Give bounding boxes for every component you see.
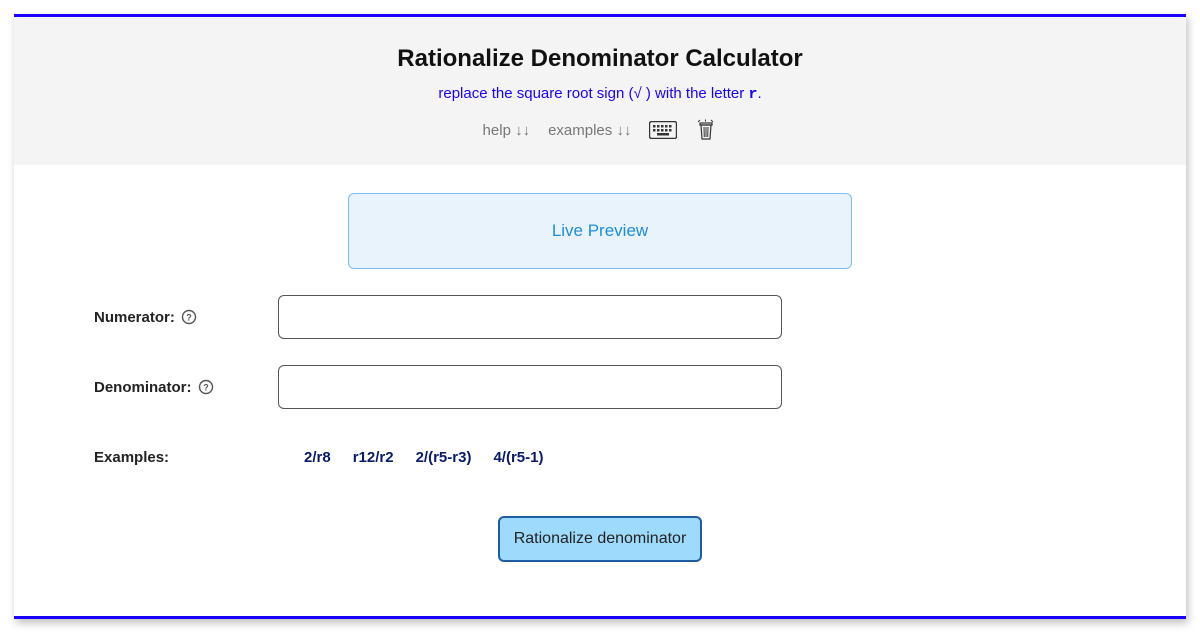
live-preview: Live Preview [348,193,852,269]
button-row: Rationalize denominator [94,516,1106,562]
denominator-label: Denominator: ? [94,379,278,396]
instruction-suffix: . [757,85,761,102]
header-links: help ↓↓ examples ↓↓ [34,119,1166,141]
radical-symbol: √ [633,85,645,102]
calculator-frame: Rationalize Denominator Calculator repla… [14,14,1186,619]
body: Live Preview Numerator: ? Denominator: [14,165,1186,616]
examples-row: Examples: 2/r8 r12/r2 2/(r5-r3) 4/(r5-1) [94,449,1106,466]
keyboard-icon[interactable] [649,121,677,139]
trash-icon[interactable] [695,119,717,141]
examples-link[interactable]: examples ↓↓ [548,122,631,139]
header: Rationalize Denominator Calculator repla… [14,17,1186,165]
numerator-label: Numerator: ? [94,309,278,326]
numerator-row: Numerator: ? [94,295,1106,339]
live-preview-label: Live Preview [552,221,648,241]
denominator-input[interactable] [278,365,782,409]
numerator-label-text: Numerator: [94,309,175,326]
help-link[interactable]: help ↓↓ [483,122,531,139]
page-title: Rationalize Denominator Calculator [34,45,1166,73]
denominator-label-text: Denominator: [94,379,192,396]
examples-label: Examples: [94,449,278,466]
example-link[interactable]: r12/r2 [353,449,394,466]
examples-list: 2/r8 r12/r2 2/(r5-r3) 4/(r5-1) [278,449,543,466]
instruction-text: replace the square root sign (√ ) with t… [34,85,1166,103]
rationalize-button[interactable]: Rationalize denominator [498,516,703,562]
svg-text:?: ? [203,383,209,393]
instruction-mid: ) with the letter [646,85,749,102]
example-link[interactable]: 4/(r5-1) [493,449,543,466]
denominator-row: Denominator: ? [94,365,1106,409]
instruction-prefix: replace the square root sign ( [438,85,633,102]
example-link[interactable]: 2/r8 [304,449,331,466]
help-icon[interactable]: ? [181,309,197,325]
help-icon[interactable]: ? [198,379,214,395]
example-link[interactable]: 2/(r5-r3) [416,449,472,466]
svg-text:?: ? [186,313,192,323]
numerator-input[interactable] [278,295,782,339]
